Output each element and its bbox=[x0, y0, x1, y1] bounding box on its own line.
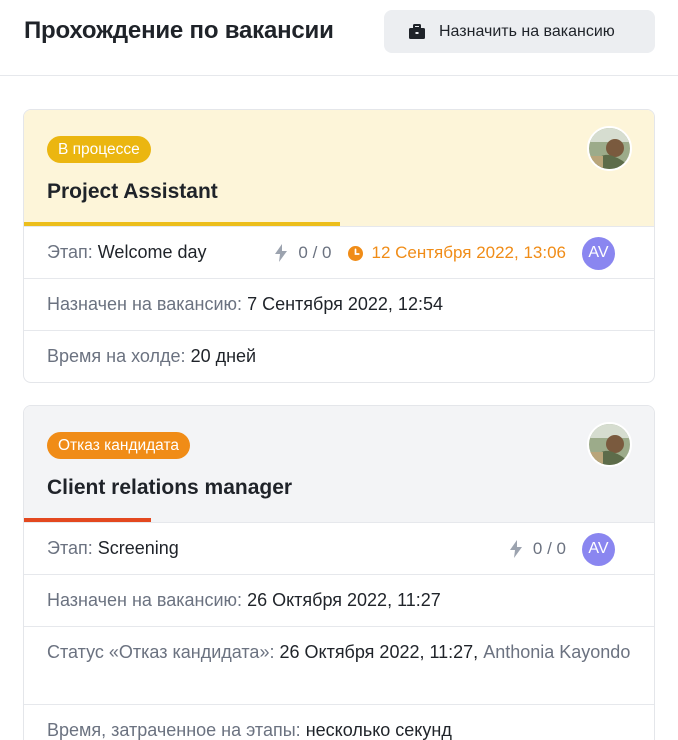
assigned-value: 7 Сентября 2022, 12:54 bbox=[247, 294, 443, 314]
briefcase-icon bbox=[409, 23, 425, 39]
vacancy-title[interactable]: Client relations manager bbox=[47, 476, 292, 500]
assigned-value: 26 Октября 2022, 11:27 bbox=[247, 590, 441, 610]
vacancy-title[interactable]: Project Assistant bbox=[47, 180, 218, 204]
status-change-text: Статус «Отказ кандидата»: 26 Октября 202… bbox=[47, 639, 630, 665]
hold-time-label: Время на холде: bbox=[47, 346, 186, 366]
stage-meta: 0 / 0 AV bbox=[509, 523, 615, 575]
status-badge: В процессе bbox=[47, 136, 151, 163]
time-spent-label: Время, затраченное на этапы: bbox=[47, 720, 301, 740]
vacancy-card-project-assistant[interactable]: В процессе Project Assistant Этап: Welco… bbox=[23, 109, 655, 383]
hold-time-row: Время на холде: 20 дней bbox=[24, 330, 654, 382]
lightning-icon bbox=[275, 244, 288, 262]
stage-value: Welcome day bbox=[97, 242, 207, 262]
stage-label: Этап: bbox=[47, 242, 93, 262]
page-header: Прохождение по вакансии Назначить на вак… bbox=[0, 0, 678, 76]
candidate-photo-avatar[interactable] bbox=[587, 126, 632, 171]
photo-avatar-image bbox=[589, 128, 630, 169]
vacancy-card-client-relations-manager[interactable]: Отказ кандидата Client relations manager… bbox=[23, 405, 655, 740]
time-spent-value: несколько секунд bbox=[305, 720, 452, 740]
status-change-user[interactable]: Anthonia Kayondo bbox=[483, 642, 630, 662]
status-change-row: Статус «Отказ кандидата»: 26 Октября 202… bbox=[24, 626, 654, 704]
stage-row: Этап: Screening 0 / 0 AV bbox=[24, 522, 654, 574]
assigned-row: Назначен на вакансию: 26 Октября 2022, 1… bbox=[24, 574, 654, 626]
responsible-avatar[interactable]: AV bbox=[582, 532, 615, 566]
hold-time-value: 20 дней bbox=[190, 346, 257, 366]
responsible-avatar[interactable]: AV bbox=[582, 236, 615, 270]
vacancy-card-header: В процессе Project Assistant bbox=[24, 110, 654, 226]
assign-to-vacancy-button[interactable]: Назначить на вакансию bbox=[384, 10, 655, 53]
vacancy-card-header: Отказ кандидата Client relations manager bbox=[24, 406, 654, 522]
stage-row: Этап: Welcome day 0 / 0 12 Сентября 2022… bbox=[24, 226, 654, 278]
actions-counter: 0 / 0 bbox=[532, 539, 566, 558]
page-title: Прохождение по вакансии bbox=[24, 17, 334, 44]
status-change-date: 26 Октября 2022, 11:27, bbox=[279, 642, 479, 662]
assign-to-vacancy-label: Назначить на вакансию bbox=[439, 22, 615, 40]
time-spent-row: Время, затраченное на этапы: несколько с… bbox=[24, 704, 654, 740]
stage-due-date: 12 Сентября 2022, 13:06 bbox=[371, 243, 566, 262]
assigned-label: Назначен на вакансию: bbox=[47, 294, 243, 314]
candidate-photo-avatar[interactable] bbox=[587, 422, 632, 467]
status-change-label: Статус «Отказ кандидата»: bbox=[47, 642, 275, 662]
assigned-row: Назначен на вакансию: 7 Сентября 2022, 1… bbox=[24, 278, 654, 330]
stage-meta: 0 / 0 12 Сентября 2022, 13:06 AV bbox=[274, 227, 615, 279]
stage-label: Этап: bbox=[47, 538, 93, 558]
clock-icon bbox=[347, 245, 363, 261]
status-badge: Отказ кандидата bbox=[47, 432, 191, 459]
photo-avatar-image bbox=[589, 424, 630, 465]
actions-counter: 0 / 0 bbox=[298, 243, 332, 262]
lightning-icon bbox=[509, 540, 522, 558]
stage-value: Screening bbox=[97, 538, 179, 558]
assigned-label: Назначен на вакансию: bbox=[47, 590, 243, 610]
